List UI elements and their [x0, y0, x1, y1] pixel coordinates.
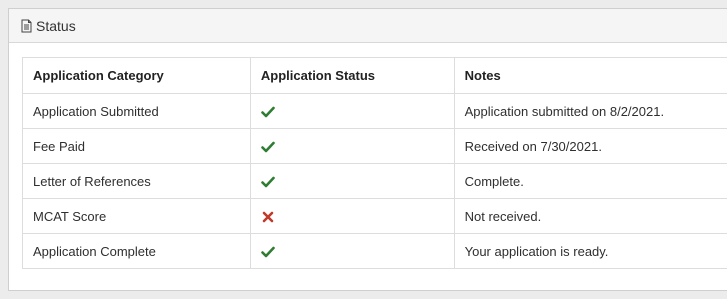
status-table: Application Category Application Status … — [22, 57, 727, 269]
table-row: Fee Paid Received on 7/30/2021. — [22, 128, 727, 164]
document-icon — [20, 19, 33, 33]
status-cell — [249, 163, 455, 199]
panel-title: Status — [36, 17, 76, 34]
check-icon — [261, 175, 275, 189]
status-cell — [249, 128, 455, 164]
category-cell: Fee Paid — [22, 128, 251, 164]
status-cell — [249, 198, 455, 234]
table-row: Application Complete Your application is … — [22, 233, 727, 269]
header-notes: Notes — [453, 57, 727, 94]
notes-cell: Received on 7/30/2021. — [453, 128, 727, 164]
status-cell — [249, 233, 455, 269]
notes-cell: Application submitted on 8/2/2021. — [453, 93, 727, 129]
category-cell: Application Submitted — [22, 93, 251, 129]
header-application-category: Application Category — [22, 57, 251, 94]
category-cell: Letter of References — [22, 163, 251, 199]
panel-heading: Status — [9, 9, 727, 43]
category-cell: MCAT Score — [22, 198, 251, 234]
status-panel: Status Application Category Application … — [8, 8, 727, 291]
check-icon — [261, 245, 275, 259]
check-icon — [261, 140, 275, 154]
notes-cell: Not received. — [453, 198, 727, 234]
table-row: Letter of References Complete. — [22, 163, 727, 199]
panel-body: Application Category Application Status … — [22, 57, 727, 269]
notes-cell: Complete. — [453, 163, 727, 199]
table-header-row: Application Category Application Status … — [22, 57, 727, 94]
table-row: Application Submitted Application submitt… — [22, 93, 727, 129]
table-row: MCAT Score Not received. — [22, 198, 727, 234]
notes-cell: Your application is ready. — [453, 233, 727, 269]
category-cell: Application Complete — [22, 233, 251, 269]
header-application-status: Application Status — [249, 57, 455, 94]
check-icon — [261, 105, 275, 119]
status-cell — [249, 93, 455, 129]
cross-icon — [261, 210, 275, 224]
